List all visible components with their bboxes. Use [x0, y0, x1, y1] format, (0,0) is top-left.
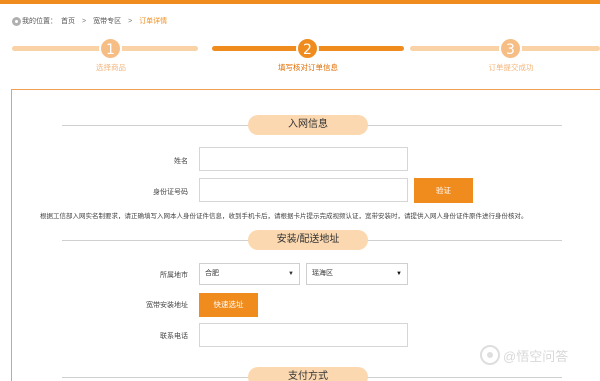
phone-input[interactable]: [199, 323, 408, 347]
location-icon: [12, 16, 21, 26]
section-header-network: 入网信息: [62, 115, 562, 135]
order-form-panel: 入网信息 姓名 身份证号码 验证 根据工信部入网实名制要求，请正确填写入网本人身…: [11, 89, 600, 381]
id-number-label: 身份证号码: [153, 189, 188, 196]
quick-address-button[interactable]: 快速选址: [199, 293, 258, 317]
district-select[interactable]: 瑶海区 ▼: [306, 263, 408, 285]
region-label: 所属地市: [160, 272, 188, 279]
name-label: 姓名: [174, 158, 188, 165]
install-address-label: 宽带安装地址: [146, 302, 188, 309]
name-input[interactable]: [199, 147, 408, 171]
step-number-2: 2: [296, 37, 319, 60]
phone-label: 联系电话: [160, 333, 188, 340]
section-header-address: 安装/配送地址: [62, 230, 562, 250]
district-select-value: 瑶海区: [312, 270, 333, 277]
city-select[interactable]: 合肥 ▼: [199, 263, 300, 285]
step-number-3: 3: [499, 37, 522, 60]
step-label-2: 填写核对订单信息: [278, 63, 338, 72]
breadcrumb-broadband[interactable]: 宽带专区: [93, 16, 121, 26]
id-number-input[interactable]: [199, 178, 408, 202]
order-progress-steps: 1 2 3 选择商品 填写核对订单信息 订单提交成功: [0, 36, 600, 76]
watermark-text: @悟空问答: [503, 348, 569, 364]
breadcrumb-prefix: 我的位置：: [22, 18, 57, 25]
watermark: @悟空问答: [480, 345, 568, 365]
top-accent-bar: [0, 0, 600, 4]
breadcrumb-current: 订单详情: [139, 18, 168, 25]
real-name-notice: 根据工信部入网实名制要求，请正确填写入网本人身份证件信息，收到手机卡后，请根据卡…: [40, 213, 528, 220]
chevron-down-icon: ▼: [396, 271, 402, 277]
verify-button[interactable]: 验证: [414, 178, 473, 203]
section-header-payment: 支付方式: [62, 367, 562, 381]
breadcrumb: 我的位置： 首页 > 宽带专区 > 订单详情: [12, 15, 167, 27]
step-label-3: 订单提交成功: [488, 63, 534, 72]
breadcrumb-home[interactable]: 首页: [61, 16, 75, 26]
city-select-value: 合肥: [205, 270, 219, 277]
breadcrumb-separator: >: [82, 17, 87, 25]
section-title-network: 入网信息: [248, 115, 368, 135]
step-number-1: 1: [99, 37, 122, 60]
chevron-down-icon: ▼: [288, 271, 294, 277]
step-label-1: 选择商品: [96, 63, 126, 72]
breadcrumb-separator: >: [128, 17, 133, 25]
section-title-payment: 支付方式: [248, 367, 368, 381]
section-title-address: 安装/配送地址: [248, 230, 368, 250]
watermark-logo-icon: [480, 345, 500, 365]
